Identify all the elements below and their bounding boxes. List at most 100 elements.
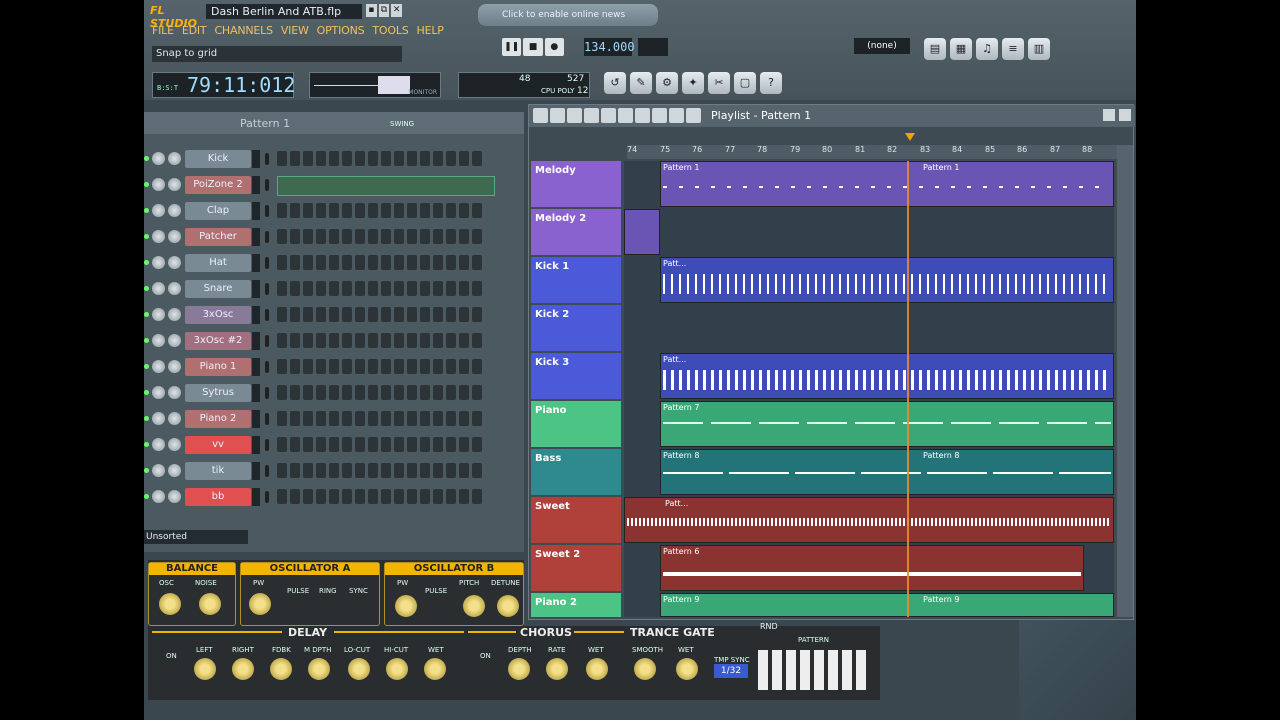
song-position-display[interactable]: B:S:T 79:11:012 [152,72,295,98]
mixer-button[interactable]: ▥ [1028,38,1050,60]
plugin-icon[interactable]: ✦ [682,72,704,94]
save-icon[interactable]: ✎ [630,72,652,94]
channel-led[interactable] [144,338,149,343]
volume-knob[interactable] [168,256,181,269]
channel-led[interactable] [144,494,149,499]
pattern-clip[interactable]: Patt... [660,353,1114,399]
channel-select[interactable] [265,205,269,217]
channel-led[interactable] [144,364,149,369]
online-news-bar[interactable]: Click to enable online news [478,4,658,26]
fdbk-knob[interactable] [270,658,292,680]
restore-button[interactable]: ⧉ [378,4,390,17]
channel-button[interactable]: Piano 2 [185,410,251,428]
channel-button[interactable]: Clap [185,202,251,220]
channel-led[interactable] [144,312,149,317]
pattern-clip[interactable]: Pattern 9 Pattern 9 [660,593,1114,617]
channel-button[interactable]: Kick [185,150,251,168]
help-icon[interactable]: ? [760,72,782,94]
output-monitor[interactable]: MONITOR [309,72,441,98]
volume-knob[interactable] [168,334,181,347]
mdepth-knob[interactable] [308,658,330,680]
channel-select[interactable] [265,283,269,295]
step-grid[interactable] [277,255,482,270]
step-grid[interactable] [277,385,482,400]
vertical-scrollbar[interactable] [1117,145,1133,617]
channel-select[interactable] [265,361,269,373]
step-grid[interactable] [277,333,482,348]
channel-button[interactable]: 3xOsc [185,306,251,324]
channel-led[interactable] [144,442,149,447]
left-knob[interactable] [194,658,216,680]
pattern-clip[interactable]: Pattern 7 [660,401,1114,447]
channel-select[interactable] [265,309,269,321]
channel-led[interactable] [144,234,149,239]
chorus-wet-knob[interactable] [586,658,608,680]
minimize-button[interactable]: ▪ [366,4,377,17]
pattern-clip[interactable]: Pattern 6 [660,545,1084,591]
close-button[interactable]: ✕ [391,4,403,17]
pan-knob[interactable] [152,412,165,425]
step-grid[interactable] [277,463,482,478]
menu-options[interactable]: OPTIONS [317,24,365,42]
channel-button[interactable]: PoiZone 2 [185,176,251,194]
rate-knob[interactable] [546,658,568,680]
pan-knob[interactable] [152,204,165,217]
volume-knob[interactable] [168,386,181,399]
step-grid[interactable] [277,489,482,504]
menu-view[interactable]: VIEW [281,24,309,42]
pan-knob[interactable] [152,334,165,347]
tmp-sync-value[interactable]: 1/32 [714,664,748,678]
pan-knob[interactable] [152,438,165,451]
channel-led[interactable] [144,182,149,187]
pan-knob[interactable] [152,178,165,191]
channel-select[interactable] [265,231,269,243]
track-header[interactable]: Melody 2 [531,209,621,255]
pattern-clip[interactable]: Pattern 8 Pattern 8 [660,449,1114,495]
volume-knob[interactable] [168,152,181,165]
menu-help[interactable]: HELP [417,24,444,42]
depth-knob[interactable] [508,658,530,680]
locut-knob[interactable] [348,658,370,680]
channel-led[interactable] [144,156,149,161]
track-header[interactable]: Kick 1 [531,257,621,303]
volume-knob[interactable] [168,230,181,243]
channel-led[interactable] [144,260,149,265]
channel-select[interactable] [265,257,269,269]
channel-led[interactable] [144,208,149,213]
close-icon[interactable] [1119,109,1131,121]
tempo-display[interactable]: 134.000 [584,38,635,56]
track-header[interactable]: Sweet 2 [531,545,621,591]
channel-select[interactable] [265,153,269,165]
volume-knob[interactable] [168,438,181,451]
step-grid[interactable] [277,229,482,244]
menu-file[interactable]: FILE [152,24,174,42]
pan-knob[interactable] [152,386,165,399]
track-header[interactable]: Piano 2 [531,593,621,617]
menu-channels[interactable]: CHANNELS [214,24,273,42]
pause-button[interactable]: ❚❚ [502,38,522,56]
menu-tools[interactable]: TOOLS [372,24,408,42]
channel-button[interactable]: bb [185,488,251,506]
noise-knob[interactable] [199,593,221,615]
select-icon[interactable] [652,108,667,123]
copy-icon[interactable]: ▢ [734,72,756,94]
channel-button[interactable]: Hat [185,254,251,272]
channel-button[interactable]: Snare [185,280,251,298]
volume-knob[interactable] [168,412,181,425]
volume-knob[interactable] [168,178,181,191]
detune-knob[interactable] [497,595,519,617]
playlist-grid[interactable]: Pattern 1 Pattern 1 Patt... Patt... Patte… [624,161,1114,617]
channel-select[interactable] [265,335,269,347]
menu-icon[interactable] [533,108,548,123]
pw-b-knob[interactable] [395,595,417,617]
gate-pattern-grid[interactable] [758,650,870,690]
channel-button[interactable]: Sytrus [185,384,251,402]
volume-knob[interactable] [168,308,181,321]
pw-knob[interactable] [249,593,271,615]
playlist-window-button[interactable]: ▤ [924,38,946,60]
pitch-knob[interactable] [463,595,485,617]
channel-select[interactable] [265,413,269,425]
channel-select[interactable] [265,439,269,451]
track-header[interactable]: Kick 2 [531,305,621,351]
channel-button[interactable]: Piano 1 [185,358,251,376]
